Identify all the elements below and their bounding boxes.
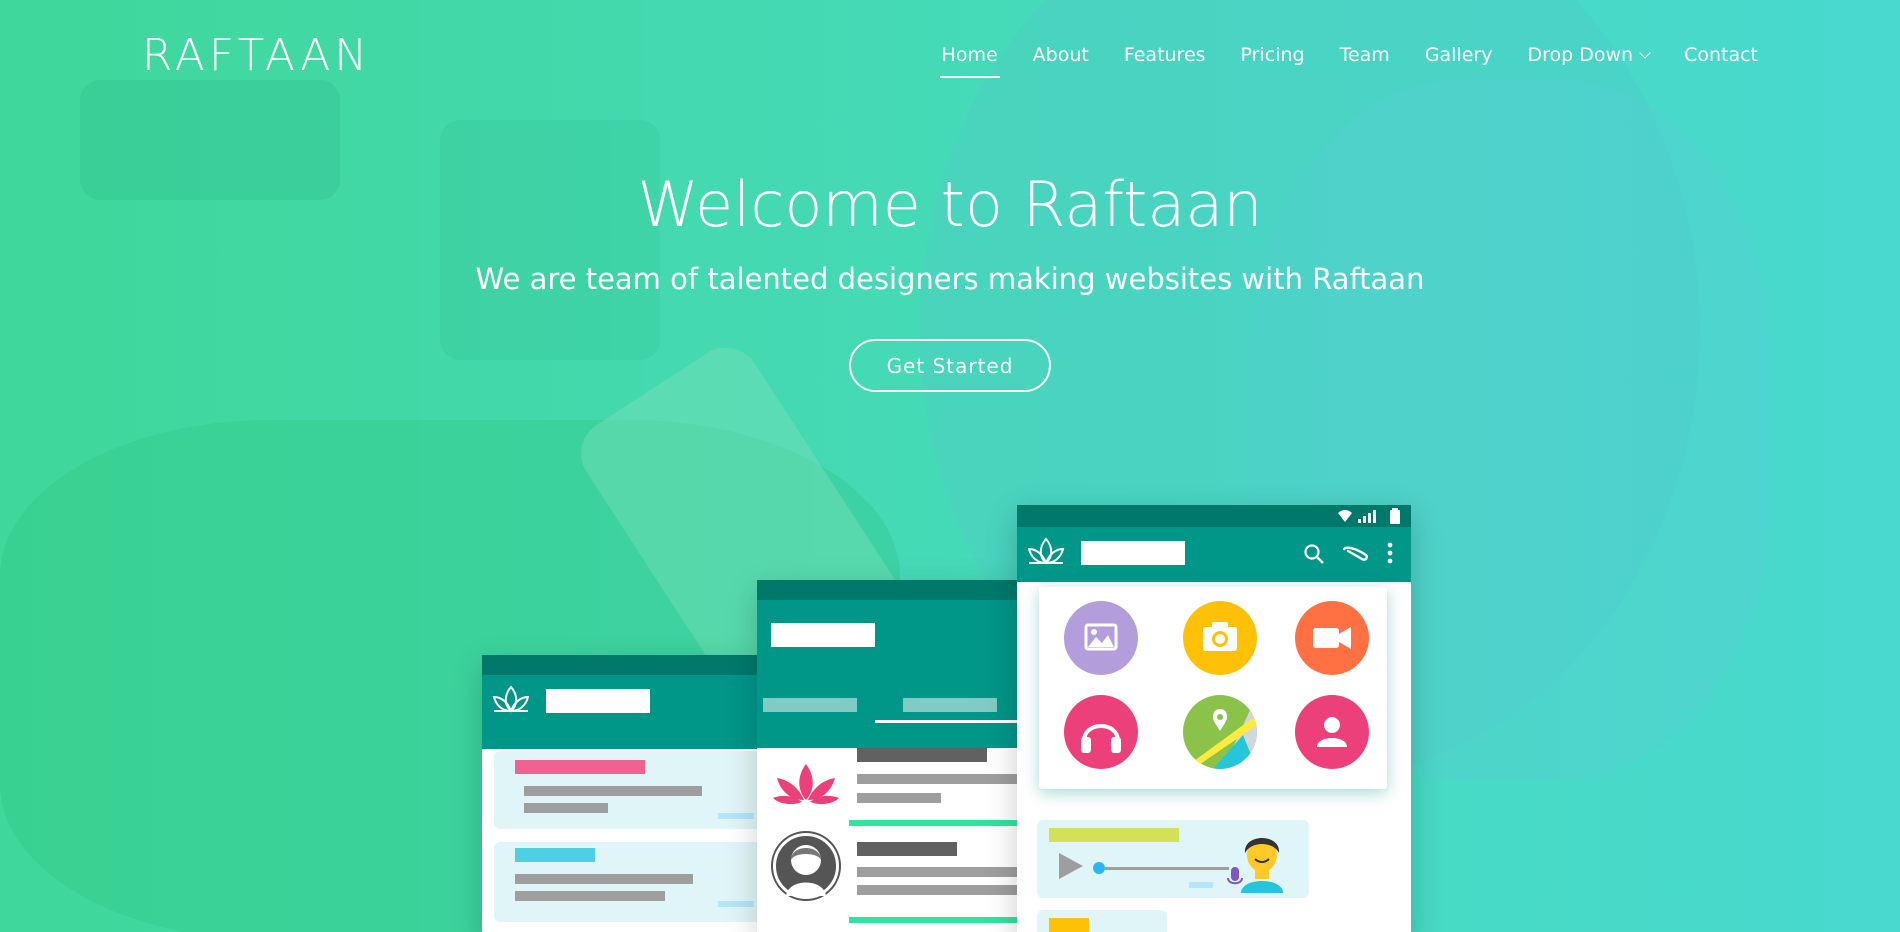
avatar — [773, 833, 839, 899]
more-vertical-icon[interactable] — [1386, 541, 1394, 565]
status-bar — [482, 655, 762, 675]
gallery-button[interactable] — [1064, 601, 1138, 675]
contact-detail-line — [857, 793, 941, 803]
timestamp-placeholder — [718, 813, 754, 819]
attach-icon[interactable] — [1340, 541, 1370, 565]
nav-team[interactable]: Team — [1340, 44, 1390, 66]
title-placeholder — [771, 623, 875, 647]
audio-progress-track — [1105, 867, 1229, 870]
main-menu: Home About Features Pricing Team Gallery… — [939, 44, 1758, 78]
contact-detail-line — [857, 774, 1027, 784]
divider — [849, 917, 1027, 923]
nav-features[interactable]: Features — [1124, 44, 1206, 66]
message-line — [515, 760, 645, 774]
nav-contact[interactable]: Contact — [1684, 44, 1758, 66]
location-icon — [1183, 695, 1257, 769]
status-bar — [757, 580, 1027, 600]
audio-progress-knob[interactable] — [1093, 862, 1105, 874]
hero-subtitle: We are team of talented designers making… — [475, 262, 1425, 296]
timestamp-placeholder — [718, 901, 754, 907]
nav-pricing[interactable]: Pricing — [1241, 44, 1305, 66]
lotus-icon — [773, 764, 839, 805]
message-line — [1049, 828, 1179, 842]
site-logo[interactable]: RAFTAAN — [142, 30, 371, 81]
wifi-icon — [1338, 510, 1352, 522]
title-placeholder — [1081, 541, 1185, 565]
lotus-icon — [1027, 537, 1065, 565]
message-line — [515, 848, 595, 862]
gallery-icon — [1084, 623, 1118, 651]
nav-home[interactable]: Home — [939, 44, 1000, 78]
navbar: RAFTAAN Home About Features Pricing Team… — [0, 0, 1900, 110]
title-placeholder — [546, 689, 650, 713]
search-icon[interactable] — [1303, 543, 1325, 565]
message-line — [524, 786, 702, 796]
tab-placeholder — [763, 698, 857, 712]
message-line — [515, 891, 665, 901]
divider — [849, 820, 1027, 826]
nav-dropdown[interactable]: Drop Down — [1527, 44, 1651, 66]
contact-name-line — [857, 842, 957, 856]
hero-title: Welcome to Raftaan — [637, 168, 1263, 241]
get-started-button[interactable]: Get Started — [849, 339, 1051, 392]
nav-gallery[interactable]: Gallery — [1425, 44, 1493, 66]
person-icon — [786, 845, 826, 896]
play-icon[interactable] — [1057, 851, 1085, 881]
message-line — [1049, 918, 1089, 932]
nav-dropdown-label: Drop Down — [1527, 44, 1634, 66]
video-icon — [1313, 627, 1351, 649]
camera-icon — [1203, 622, 1237, 651]
tab-placeholder — [903, 698, 997, 712]
phone-mockup-attach — [1017, 505, 1411, 932]
camera-button[interactable] — [1183, 601, 1257, 675]
message-line — [524, 803, 608, 813]
chevron-down-icon — [1639, 47, 1651, 59]
contact-name-line — [857, 748, 987, 762]
headphones-icon — [1081, 724, 1121, 753]
nav-about[interactable]: About — [1033, 44, 1089, 66]
phone-mockup-chat — [482, 655, 762, 932]
timestamp-placeholder — [1189, 882, 1213, 888]
contact-detail-line — [857, 885, 1027, 895]
lotus-icon — [492, 685, 530, 713]
contact-button[interactable] — [1295, 695, 1369, 769]
tab-indicator — [875, 720, 1025, 723]
video-button[interactable] — [1295, 601, 1369, 675]
signal-icon — [1358, 510, 1376, 523]
contact-icon — [1317, 717, 1347, 747]
location-button[interactable] — [1183, 695, 1257, 769]
battery-icon — [1390, 508, 1400, 524]
phone-mockup-contacts — [757, 580, 1027, 932]
message-line — [515, 874, 693, 884]
contact-detail-line — [857, 867, 1027, 877]
user-avatar-illustration — [1241, 838, 1283, 893]
audio-button[interactable] — [1064, 695, 1138, 769]
